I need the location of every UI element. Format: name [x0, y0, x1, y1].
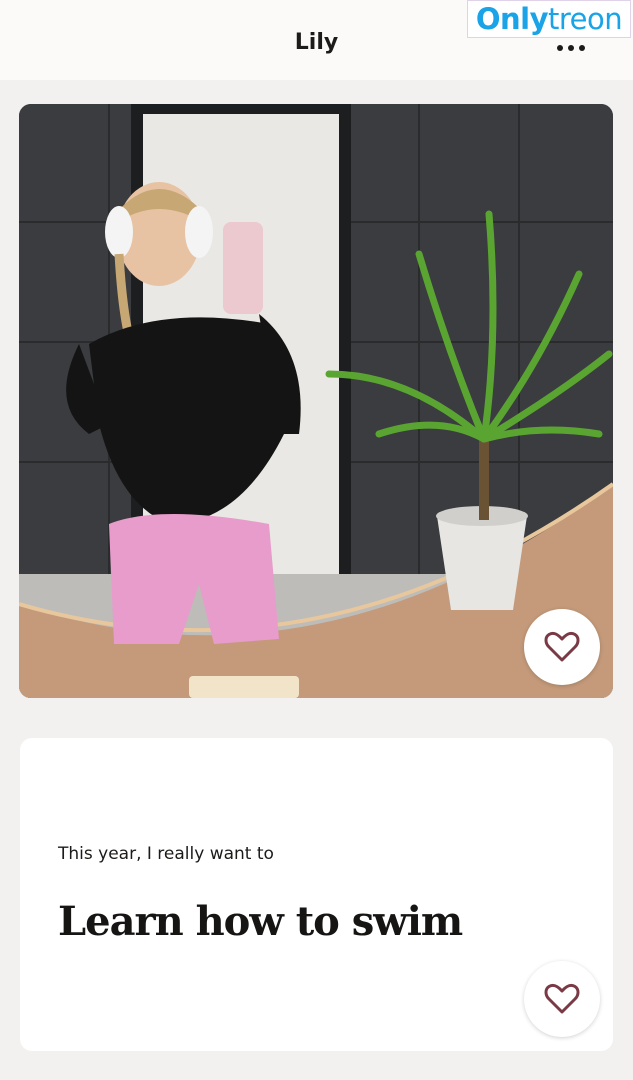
watermark-text-1: Only: [475, 2, 549, 36]
watermark-text-2: treon: [548, 2, 623, 36]
prompt-question: This year, I really want to: [58, 844, 274, 864]
profile-header: Lily Onlytreon: [0, 0, 633, 80]
like-prompt-button[interactable]: [524, 961, 600, 1037]
heart-outline-icon: [544, 983, 580, 1014]
more-options-button[interactable]: [553, 38, 589, 58]
profile-photo[interactable]: [19, 104, 613, 698]
more-dot: [568, 45, 574, 51]
prompt-answer: Learn how to swim: [58, 898, 463, 945]
watermark-logo: Onlytreon: [467, 0, 631, 38]
more-dot: [579, 45, 585, 51]
heart-outline-icon: [544, 631, 580, 662]
photo-illustration: [19, 104, 613, 698]
like-photo-button[interactable]: [524, 609, 600, 685]
more-horizontal-icon: [557, 45, 563, 51]
